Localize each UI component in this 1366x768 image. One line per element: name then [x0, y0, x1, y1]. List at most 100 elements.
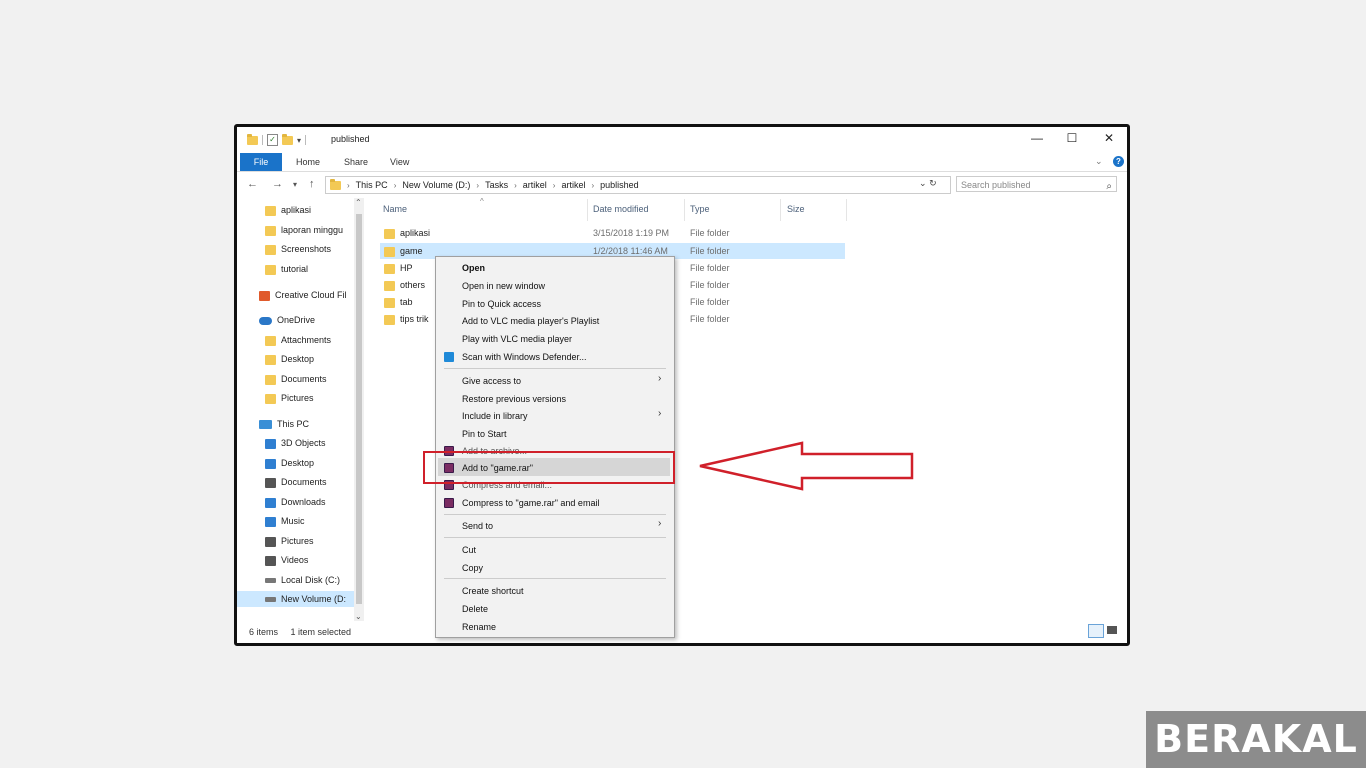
- minimize-button[interactable]: —: [1027, 131, 1047, 145]
- nav-item[interactable]: Downloads: [265, 494, 326, 510]
- breadcrumb-this-pc[interactable]: This PC: [356, 180, 388, 190]
- menu-item-restore-versions[interactable]: Restore previous versions: [462, 391, 566, 407]
- window-title: published: [331, 134, 370, 144]
- column-divider[interactable]: [780, 199, 781, 221]
- menu-item-delete[interactable]: Delete: [462, 601, 488, 617]
- submenu-arrow-icon: ›: [658, 518, 662, 529]
- menu-item-vlc-playlist[interactable]: Add to VLC media player's Playlist: [462, 313, 599, 329]
- help-icon[interactable]: ?: [1113, 156, 1124, 167]
- menu-item-cut[interactable]: Cut: [462, 542, 476, 558]
- computer-icon: [259, 420, 272, 430]
- menu-item-vlc-play[interactable]: Play with VLC media player: [462, 331, 572, 347]
- nav-item[interactable]: Desktop: [265, 455, 314, 471]
- back-arrow-icon[interactable]: ←: [247, 178, 258, 190]
- nav-item[interactable]: Pictures: [265, 533, 314, 549]
- menu-item-give-access[interactable]: Give access to: [462, 373, 521, 389]
- tab-share[interactable]: Share: [344, 156, 368, 169]
- expand-ribbon-icon[interactable]: ⌄: [1095, 156, 1103, 167]
- chevron-right-icon[interactable]: ›: [591, 181, 594, 190]
- close-button[interactable]: ✕: [1099, 131, 1119, 145]
- search-icon[interactable]: ⌕: [1106, 179, 1112, 195]
- nav-item[interactable]: Pictures: [265, 390, 314, 406]
- menu-item-rename[interactable]: Rename: [462, 619, 496, 635]
- menu-item-scan-defender[interactable]: Scan with Windows Defender...: [444, 349, 587, 365]
- address-bar[interactable]: › This PC › New Volume (D:) › Tasks › ar…: [325, 176, 951, 194]
- file-name: HP: [400, 263, 413, 273]
- column-divider[interactable]: [684, 199, 685, 221]
- nav-item[interactable]: Attachments: [265, 332, 331, 348]
- chevron-right-icon[interactable]: ›: [553, 181, 556, 190]
- column-header-size[interactable]: Size: [787, 204, 805, 214]
- scroll-up-icon[interactable]: ⌃: [355, 198, 362, 207]
- nav-item[interactable]: aplikasi: [265, 202, 311, 218]
- nav-item[interactable]: OneDrive: [259, 312, 315, 328]
- chevron-right-icon[interactable]: ›: [514, 181, 517, 190]
- nav-item[interactable]: This PC: [259, 416, 309, 432]
- nav-item[interactable]: 3D Objects: [265, 435, 326, 451]
- search-input[interactable]: Search published ⌕: [956, 176, 1117, 192]
- nav-item[interactable]: Videos: [265, 552, 308, 568]
- nav-item-label: 3D Objects: [281, 438, 326, 448]
- breadcrumb-artikel[interactable]: artikel: [523, 180, 547, 190]
- up-arrow-icon[interactable]: ↑: [309, 178, 315, 190]
- nav-item[interactable]: Desktop: [265, 351, 314, 367]
- nav-scrollbar[interactable]: ⌃ ⌄: [354, 198, 364, 621]
- menu-item-copy[interactable]: Copy: [462, 560, 483, 576]
- details-view-icon[interactable]: [1088, 624, 1104, 638]
- column-header-type[interactable]: Type: [690, 204, 710, 214]
- customize-arrow-icon[interactable]: ▾: [297, 136, 301, 145]
- menu-item-send-to[interactable]: Send to: [462, 518, 493, 534]
- document-icon: [265, 477, 276, 488]
- properties-icon[interactable]: ✓: [267, 134, 278, 146]
- file-row[interactable]: aplikasi 3/15/2018 1:19 PM File folder: [380, 225, 845, 241]
- nav-item[interactable]: Documents: [265, 371, 327, 387]
- nav-item[interactable]: Documents: [265, 474, 327, 490]
- menu-item-include-library[interactable]: Include in library: [462, 408, 528, 424]
- nav-item[interactable]: Local Disk (C:): [265, 572, 340, 588]
- menu-item-pin-quick-access[interactable]: Pin to Quick access: [462, 296, 541, 312]
- menu-item-open-new-window[interactable]: Open in new window: [462, 278, 545, 294]
- menu-divider: [444, 368, 666, 369]
- column-header-date[interactable]: Date modified: [593, 204, 649, 214]
- sort-ascending-icon: ^: [480, 197, 484, 206]
- explorer-window: ✓ ▾ published — ☐ ✕ File Home Share View…: [234, 124, 1130, 646]
- column-header-name[interactable]: Name: [383, 204, 407, 214]
- chevron-right-icon[interactable]: ›: [394, 181, 397, 190]
- refresh-icon[interactable]: ↻: [929, 178, 937, 188]
- nav-item[interactable]: Screenshots: [265, 241, 331, 257]
- file-type: File folder: [690, 263, 730, 273]
- breadcrumb-tasks[interactable]: Tasks: [485, 180, 508, 190]
- scrollbar-thumb[interactable]: [356, 214, 362, 604]
- address-dropdown-icon[interactable]: ⌄: [919, 178, 927, 188]
- column-divider[interactable]: [587, 199, 588, 221]
- nav-item[interactable]: Creative Cloud Fil: [259, 287, 347, 303]
- breadcrumb-published[interactable]: published: [600, 180, 639, 190]
- tab-file[interactable]: File: [240, 153, 282, 171]
- breadcrumb-new-volume[interactable]: New Volume (D:): [402, 180, 470, 190]
- recent-locations-icon[interactable]: ▾: [293, 180, 297, 189]
- nav-item-label: Documents: [281, 477, 327, 487]
- menu-item-compress-game-rar-email[interactable]: Compress to "game.rar" and email: [444, 495, 599, 511]
- menu-item-open[interactable]: Open: [462, 260, 485, 276]
- forward-arrow-icon[interactable]: →: [272, 178, 283, 190]
- maximize-button[interactable]: ☐: [1062, 131, 1082, 145]
- file-type: File folder: [690, 228, 730, 238]
- folder-icon: [330, 178, 341, 190]
- tab-view[interactable]: View: [390, 156, 409, 169]
- menu-item-pin-start[interactable]: Pin to Start: [462, 426, 507, 442]
- new-folder-icon[interactable]: [282, 133, 293, 145]
- nav-item-label: Local Disk (C:): [281, 575, 341, 585]
- nav-item[interactable]: Music: [265, 513, 305, 529]
- large-icons-view-icon[interactable]: [1107, 626, 1117, 634]
- nav-item[interactable]: tutorial: [265, 261, 308, 277]
- nav-item[interactable]: laporan minggu: [265, 222, 343, 238]
- column-divider[interactable]: [846, 199, 847, 221]
- scroll-down-icon[interactable]: ⌄: [355, 612, 362, 621]
- nav-item-label: Videos: [281, 555, 309, 565]
- tab-home[interactable]: Home: [296, 156, 320, 169]
- chevron-right-icon[interactable]: ›: [476, 181, 479, 190]
- video-icon: [265, 555, 276, 566]
- menu-item-create-shortcut[interactable]: Create shortcut: [462, 583, 524, 599]
- nav-item[interactable]: New Volume (D:: [237, 591, 354, 607]
- breadcrumb-artikel-2[interactable]: artikel: [561, 180, 585, 190]
